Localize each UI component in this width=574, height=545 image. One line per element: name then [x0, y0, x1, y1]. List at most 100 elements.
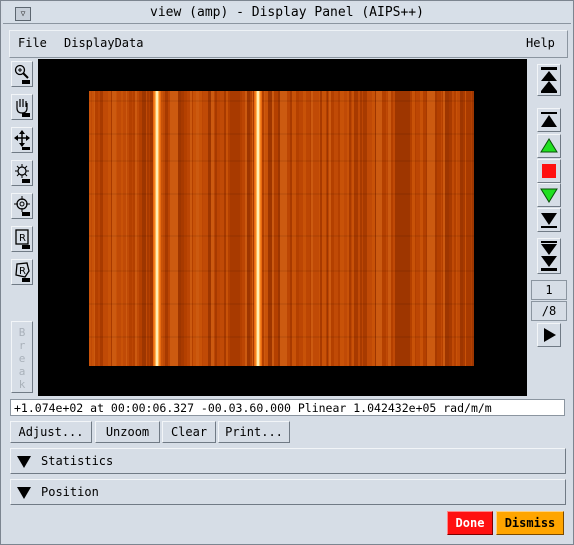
zoom-tool-button[interactable] [11, 61, 33, 87]
break-label-b: B [18, 326, 26, 339]
frame-number[interactable]: 1 [531, 280, 567, 300]
raster-streak [264, 91, 265, 366]
raster-streak [445, 91, 449, 366]
play-backward-button[interactable] [537, 134, 561, 158]
raster-svg [89, 91, 474, 366]
raster-streak [178, 91, 181, 366]
raster-band [89, 235, 474, 237]
stop-button[interactable] [537, 159, 561, 183]
play-backward-icon [540, 138, 558, 153]
raster-streak [296, 91, 299, 366]
position-section[interactable]: Position [10, 479, 566, 505]
raster-streak [133, 91, 135, 366]
raster-streak [215, 91, 216, 366]
raster-streak [466, 91, 468, 366]
polygon-region-tool-button[interactable]: R [11, 259, 33, 285]
raster-streak [334, 91, 338, 366]
move-tool-button[interactable] [11, 127, 33, 153]
title-bar: ▽ view (amp) - Display Panel (AIPS++) [3, 3, 571, 24]
rewind-to-start-button[interactable] [537, 64, 561, 96]
raster-streak [412, 91, 415, 366]
raster-streak [98, 91, 100, 366]
raster-streak [280, 91, 284, 366]
raster-streak [345, 91, 347, 366]
raster-streak [252, 91, 253, 366]
raster-streak [181, 91, 184, 366]
frame-total: /8 [531, 301, 567, 321]
raster-streak [245, 91, 247, 366]
raster-streak [126, 91, 127, 366]
raster-streak [423, 91, 426, 366]
raster-streak [111, 91, 112, 366]
raster-streak [129, 91, 132, 366]
raster-streak [149, 91, 150, 366]
play-forward-button[interactable] [537, 183, 561, 207]
raster-streak [268, 91, 272, 366]
menu-display-data[interactable]: DisplayData [64, 36, 143, 50]
step-forward-button[interactable] [537, 208, 561, 232]
skip-to-end-button[interactable] [537, 238, 561, 274]
dismiss-button[interactable]: Dismiss [496, 511, 564, 535]
pan-tool-button[interactable] [11, 94, 33, 120]
step-back-button[interactable] [537, 108, 561, 132]
raster-streak [100, 91, 103, 366]
raster-streak [193, 91, 196, 366]
raster-streak [186, 91, 187, 366]
raster-streak [203, 91, 207, 366]
break-button[interactable]: B r e a k [11, 321, 33, 393]
raster-streak [429, 91, 433, 366]
colormap-tool-button[interactable] [11, 160, 33, 186]
raster-streak [184, 91, 186, 366]
print-button[interactable]: Print... [218, 421, 290, 443]
raster-streak [465, 91, 466, 366]
raster-streak [322, 91, 326, 366]
raster-streak [435, 91, 437, 366]
raster-streak [449, 91, 452, 366]
raster-streak [116, 91, 117, 366]
raster-streak [272, 91, 274, 366]
bright-line [156, 91, 158, 366]
menu-help[interactable]: Help [526, 36, 555, 50]
window-title: view (amp) - Display Panel (AIPS++) [150, 5, 424, 20]
raster-streak [108, 91, 111, 366]
done-button[interactable]: Done [447, 511, 493, 535]
raster-streak [457, 91, 460, 366]
play-forward-icon [540, 188, 558, 203]
raster-streak [137, 91, 139, 366]
raster-streak [274, 91, 278, 366]
svg-text:R: R [19, 233, 26, 244]
adjust-button[interactable]: Adjust... [10, 421, 92, 443]
statistics-section[interactable]: Statistics [10, 448, 566, 474]
menu-file[interactable]: File [18, 36, 47, 50]
step-forward-icon [541, 213, 557, 228]
raster-streak [142, 91, 146, 366]
raster-streak [250, 91, 252, 366]
raster-streak [393, 91, 395, 366]
skip-to-end-icon [541, 241, 557, 271]
raster-streak [234, 91, 235, 366]
rectangle-region-tool-button[interactable]: R [11, 226, 33, 252]
display-canvas[interactable] [38, 59, 527, 396]
raster-streak [329, 91, 331, 366]
raster-streak [127, 91, 129, 366]
raster-streak [311, 91, 313, 366]
raster-band [89, 100, 474, 102]
play-button[interactable] [537, 323, 561, 347]
svg-text:R: R [19, 266, 26, 277]
raster-streak [306, 91, 310, 366]
raster-streak [253, 91, 254, 366]
raster-streak [452, 91, 454, 366]
tool-palette: R R B r e a k [10, 59, 36, 399]
unzoom-button[interactable]: Unzoom [95, 421, 160, 443]
clear-button[interactable]: Clear [162, 421, 216, 443]
crosshair-tool-button[interactable] [11, 193, 33, 219]
raster-streak [310, 91, 311, 366]
raster-streak [139, 91, 142, 366]
raster-band [89, 160, 474, 162]
raster-streak [150, 91, 153, 366]
raster-streak [442, 91, 443, 366]
raster-streak [437, 91, 441, 366]
display-panel-window: ▽ view (amp) - Display Panel (AIPS++) Fi… [0, 0, 574, 545]
raster-streak [420, 91, 423, 366]
expand-triangle-icon [17, 456, 31, 468]
